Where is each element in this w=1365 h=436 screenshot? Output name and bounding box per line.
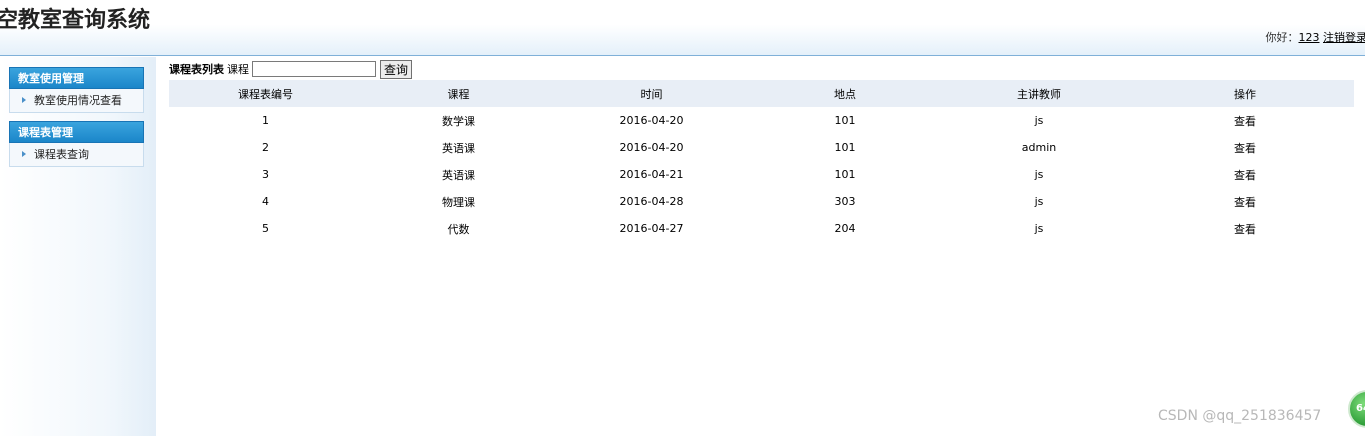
view-link[interactable]: 查看 [1234,142,1256,155]
user-box: 你好：123 注销登录 [1266,29,1365,45]
app-title: 空教室查询系统 [0,8,151,33]
menu-group-schedule: 课程表管理 课程表查询 [9,121,144,167]
cell-id: 1 [262,114,269,127]
cell-id: 5 [262,222,269,235]
column-header: 时间 [555,80,748,107]
logout-link[interactable]: 注销登录 [1323,31,1365,44]
table-header-row: 课程表编号 课程 时间 地点 主讲教师 操作 [169,80,1354,107]
cell-teacher: js [1034,114,1044,127]
list-title: 课程表列表 [169,63,224,76]
greeting-label: 你好： [1265,31,1299,44]
cell-location: 303 [834,195,856,208]
view-link[interactable]: 查看 [1234,169,1256,182]
cell-time: 2016-04-20 [619,141,684,154]
cell-location: 101 [834,141,856,154]
floating-badge[interactable]: 64 [1348,390,1365,428]
menu-header-schedule[interactable]: 课程表管理 [9,121,144,143]
column-header: 操作 [1136,80,1354,107]
query-button[interactable]: 查询 [380,59,413,79]
main-content: 课程表列表 课程 查询 课程表编号 课程 时间 地点 主讲教师 操作 1 数学课… [169,59,1354,242]
cell-course: 物理课 [442,195,475,209]
cell-id: 3 [262,168,269,181]
top-header: 空教室查询系统 你好：123 注销登录 [0,0,1365,56]
cell-time: 2016-04-28 [619,195,684,208]
sidebar-item-label: 教室使用情况查看 [34,94,122,107]
arrow-right-icon [22,151,26,157]
table-row: 4 物理课 2016-04-28 303 js 查看 [169,188,1354,215]
cell-time: 2016-04-21 [619,168,684,181]
sidebar-item-schedule-query[interactable]: 课程表查询 [9,143,144,167]
cell-location: 101 [834,168,856,181]
table-row: 1 数学课 2016-04-20 101 js 查看 [169,107,1354,134]
cell-id: 4 [262,195,269,208]
view-link[interactable]: 查看 [1234,223,1256,236]
arrow-right-icon [22,97,26,103]
menu-group-classroom: 教室使用管理 教室使用情况查看 [9,67,144,113]
sidebar-item-classroom-usage[interactable]: 教室使用情况查看 [9,89,144,113]
sidebar: 教室使用管理 教室使用情况查看 课程表管理 课程表查询 [0,57,156,436]
cell-location: 101 [834,114,856,127]
column-header: 主讲教师 [942,80,1136,107]
cell-course: 代数 [447,222,470,236]
table-row: 3 英语课 2016-04-21 101 js 查看 [169,161,1354,188]
cell-teacher: admin [1021,141,1057,154]
cell-teacher: js [1034,195,1044,208]
table-row: 5 代数 2016-04-27 204 js 查看 [169,215,1354,242]
column-header: 课程 [362,80,555,107]
view-link[interactable]: 查看 [1234,196,1256,209]
cell-course: 英语课 [442,168,475,182]
cell-time: 2016-04-20 [619,114,684,127]
cell-teacher: js [1034,222,1044,235]
table-row: 2 英语课 2016-04-20 101 admin 查看 [169,134,1354,161]
course-label: 课程 [227,63,249,76]
cell-location: 204 [834,222,856,235]
course-search-input[interactable] [252,61,376,77]
username-link[interactable]: 123 [1299,31,1320,44]
search-bar: 课程表列表 课程 查询 [169,59,1354,79]
menu-header-classroom[interactable]: 教室使用管理 [9,67,144,89]
column-header: 地点 [748,80,942,107]
schedule-table: 课程表编号 课程 时间 地点 主讲教师 操作 1 数学课 2016-04-20 … [169,80,1354,242]
cell-time: 2016-04-27 [619,222,684,235]
cell-course: 英语课 [442,141,475,155]
sidebar-item-label: 课程表查询 [34,148,89,161]
column-header: 课程表编号 [169,80,362,107]
cell-id: 2 [262,141,269,154]
view-link[interactable]: 查看 [1234,115,1256,128]
cell-teacher: js [1034,168,1044,181]
cell-course: 数学课 [442,114,475,128]
csdn-watermark: CSDN @qq_251836457 [1158,408,1322,424]
